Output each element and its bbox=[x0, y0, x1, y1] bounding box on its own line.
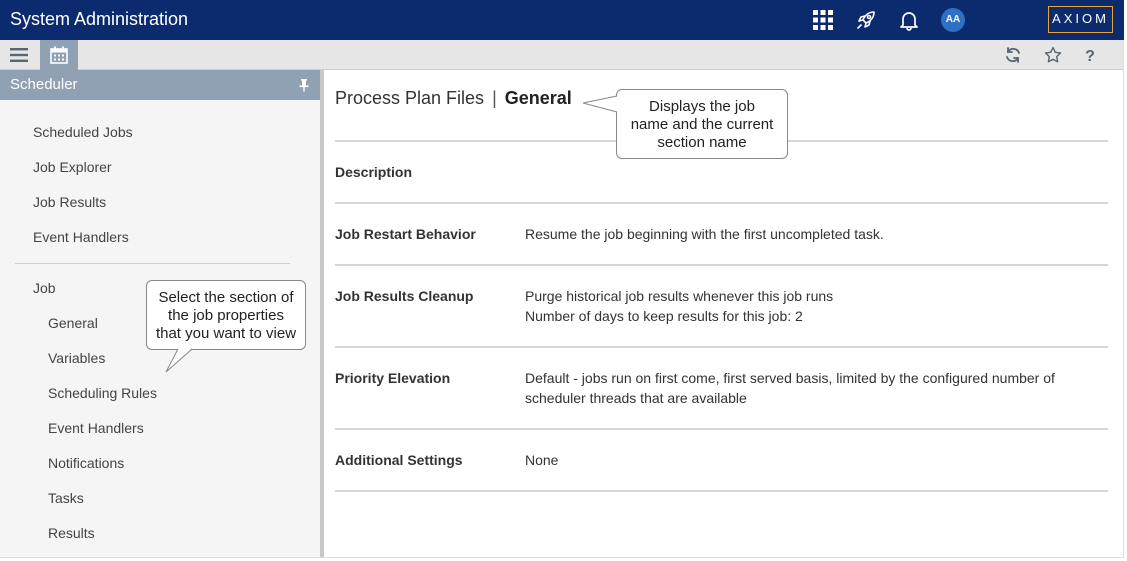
sidebar-item-job-event-handlers[interactable]: Event Handlers bbox=[48, 420, 144, 436]
scheduler-tab-button[interactable] bbox=[40, 40, 78, 70]
job-restart-behavior-label: Job Restart Behavior bbox=[335, 226, 476, 242]
job-name: Process Plan Files bbox=[335, 88, 485, 108]
sidebar-callout-line: the job properties bbox=[168, 307, 284, 324]
star-icon bbox=[1044, 46, 1062, 63]
refresh-icon bbox=[1006, 47, 1020, 63]
title-callout-line: section name bbox=[657, 134, 747, 151]
sidebar-item-job[interactable]: Job bbox=[33, 280, 56, 296]
frame-bottom-border bbox=[0, 557, 1124, 558]
job-results-cleanup-value-1: Purge historical job results whenever th… bbox=[525, 288, 834, 304]
sidebar-item-general[interactable]: General bbox=[48, 315, 98, 331]
row-divider bbox=[335, 428, 1108, 430]
job-results-cleanup-value-2: Number of days to keep results for this … bbox=[525, 308, 803, 324]
sidebar-header: Scheduler bbox=[0, 70, 320, 100]
sidebar-item-event-handlers[interactable]: Event Handlers bbox=[33, 229, 129, 245]
bell-icon[interactable] bbox=[897, 8, 921, 32]
sidebar-item-notifications[interactable]: Notifications bbox=[48, 455, 124, 471]
frame-right-border bbox=[1123, 40, 1124, 558]
job-restart-behavior-value: Resume the job beginning with the first … bbox=[525, 226, 884, 242]
top-header-bar: System Administration AA AXIOM bbox=[0, 0, 1124, 40]
row-divider bbox=[335, 490, 1108, 492]
additional-settings-label: Additional Settings bbox=[335, 452, 463, 468]
priority-elevation-value: Default - jobs run on first come, first … bbox=[525, 370, 1055, 406]
section-name: General bbox=[504, 88, 572, 108]
additional-settings-value: None bbox=[525, 452, 559, 468]
sidebar-callout-pointer bbox=[165, 348, 193, 373]
svg-text:?: ? bbox=[1085, 48, 1095, 64]
job-results-cleanup-label: Job Results Cleanup bbox=[335, 288, 474, 304]
row-divider bbox=[335, 346, 1108, 348]
sidebar-callout-line: Select the section of bbox=[158, 289, 294, 306]
title-callout-pointer bbox=[582, 95, 618, 113]
app-title: System Administration bbox=[10, 9, 189, 29]
title-callout: Displays the job name and the current se… bbox=[616, 89, 788, 159]
refresh-button[interactable] bbox=[1002, 44, 1024, 66]
sidebar-title: Scheduler bbox=[10, 76, 78, 93]
title-callout-line: Displays the job bbox=[649, 98, 755, 115]
rocket-icon[interactable] bbox=[854, 8, 878, 32]
favorite-button[interactable] bbox=[1042, 44, 1064, 66]
hamburger-menu-button[interactable] bbox=[0, 40, 38, 70]
sidebar-item-job-explorer[interactable]: Job Explorer bbox=[33, 159, 112, 175]
sidebar-divider bbox=[15, 263, 290, 264]
row-divider bbox=[335, 264, 1108, 266]
sidebar-callout: Select the section of the job properties… bbox=[146, 280, 306, 350]
help-button[interactable]: ? bbox=[1079, 44, 1101, 66]
description-label: Description bbox=[335, 164, 413, 180]
pin-icon[interactable] bbox=[297, 78, 311, 92]
hamburger-menu-icon bbox=[10, 48, 28, 62]
row-divider bbox=[335, 202, 1108, 204]
help-icon: ? bbox=[1085, 48, 1095, 64]
sidebar-item-variables[interactable]: Variables bbox=[48, 350, 105, 366]
apps-grid-icon[interactable] bbox=[811, 8, 835, 32]
calendar-icon bbox=[50, 46, 68, 64]
user-avatar[interactable]: AA bbox=[941, 8, 965, 32]
page-title: Process Plan Files | General bbox=[335, 88, 572, 109]
priority-elevation-label: Priority Elevation bbox=[335, 370, 451, 386]
sidebar-item-results[interactable]: Results bbox=[48, 525, 95, 541]
sidebar-item-tasks[interactable]: Tasks bbox=[48, 490, 84, 506]
sidebar-item-scheduling-rules[interactable]: Scheduling Rules bbox=[48, 385, 157, 401]
sidebar-item-job-results[interactable]: Job Results bbox=[33, 194, 106, 210]
sidebar-callout-line: that you want to view bbox=[155, 325, 297, 342]
toolbar: ? bbox=[0, 40, 1124, 70]
sidebar-item-scheduled-jobs[interactable]: Scheduled Jobs bbox=[33, 124, 133, 140]
axiom-logo: AXIOM bbox=[1048, 6, 1113, 33]
title-callout-line: name and the current bbox=[630, 116, 774, 133]
title-separator: | bbox=[492, 88, 497, 108]
